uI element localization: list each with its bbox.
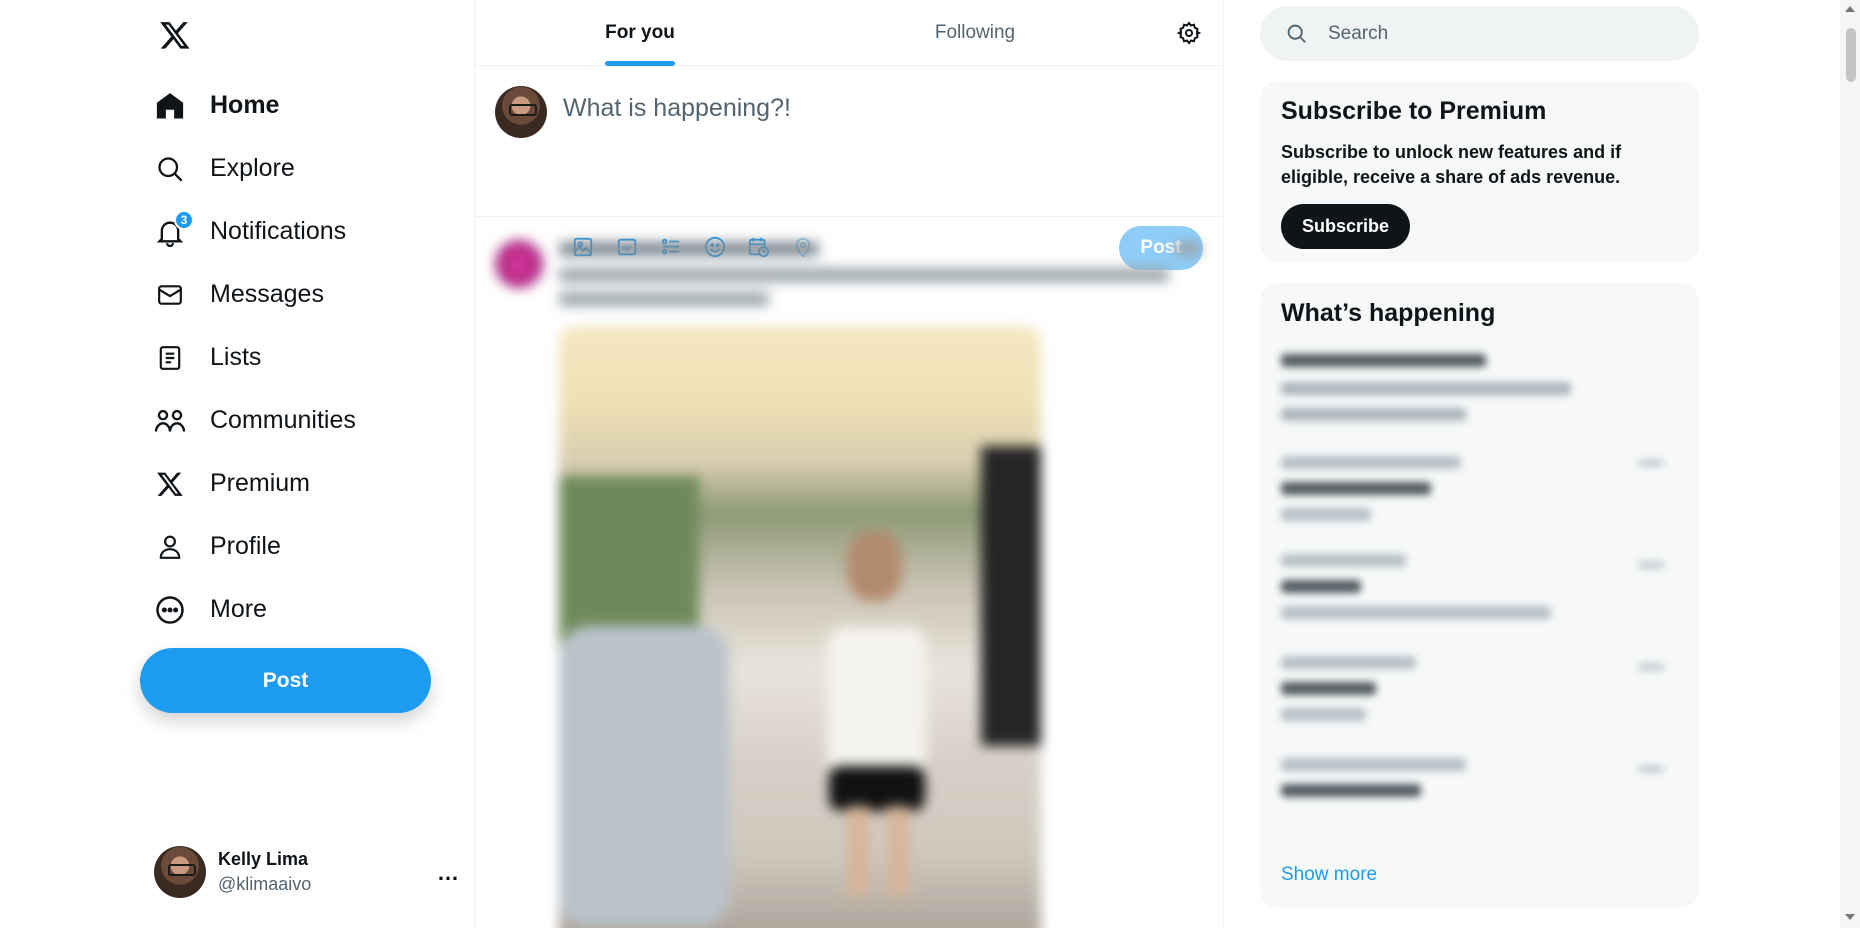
nav-item-lists[interactable]: Lists (140, 326, 460, 389)
nav-label: More (210, 595, 267, 623)
post-button[interactable]: Post (140, 648, 431, 713)
trend-item[interactable] (1281, 554, 1678, 642)
nav-label: Home (210, 91, 280, 119)
nav-label: Notifications (210, 217, 347, 245)
left-sidebar: Home Explore 3 Notifications Messages Li… (140, 0, 474, 928)
nav-label: Premium (210, 469, 311, 497)
search-bar[interactable] (1260, 6, 1699, 61)
scroll-down-arrow-icon[interactable] (1845, 914, 1855, 920)
premium-title: Subscribe to Premium (1281, 97, 1547, 125)
show-more-link[interactable]: Show more (1281, 864, 1377, 886)
compose-input[interactable] (563, 94, 1163, 123)
more-options-icon[interactable]: … (437, 860, 460, 886)
avatar (154, 846, 206, 898)
primary-navigation: Home Explore 3 Notifications Messages Li… (140, 74, 460, 641)
x-logo-icon (154, 468, 186, 500)
search-icon (154, 153, 186, 185)
nav-item-explore[interactable]: Explore (140, 137, 460, 200)
right-sidebar: Subscribe to Premium Subscribe to unlock… (1260, 0, 1700, 928)
tab-for-you[interactable]: For you (475, 0, 805, 66)
trend-item[interactable] (1281, 656, 1678, 744)
trend-item[interactable] (1281, 350, 1678, 446)
nav-label: Messages (210, 280, 324, 308)
blurred-trends (1281, 350, 1678, 808)
premium-card: Subscribe to Premium Subscribe to unlock… (1260, 81, 1699, 262)
subscribe-button[interactable]: Subscribe (1281, 204, 1411, 249)
search-icon (1284, 22, 1308, 46)
trend-item[interactable] (1281, 452, 1678, 540)
blurred-header (559, 242, 819, 256)
blurred-more (1175, 242, 1201, 256)
gear-icon[interactable] (1175, 19, 1203, 47)
nav-item-premium[interactable]: Premium (140, 452, 460, 515)
section-title: What’s happening (1281, 299, 1496, 327)
main-timeline: For you Following GIF (474, 0, 1224, 928)
people-icon (154, 405, 186, 437)
trend-item[interactable] (1281, 758, 1678, 808)
notification-badge: 3 (174, 209, 194, 230)
search-input[interactable] (1328, 22, 1658, 45)
timeline-tabs: For you Following (475, 0, 1223, 66)
nav-item-profile[interactable]: Profile (140, 515, 460, 578)
nav-label: Communities (210, 406, 356, 434)
avatar (495, 240, 543, 288)
nav-label: Profile (210, 532, 281, 560)
nav-item-communities[interactable]: Communities (140, 389, 460, 452)
envelope-icon (154, 279, 186, 311)
nav-item-more[interactable]: More (140, 578, 460, 641)
whats-happening-card: What’s happening Show more (1260, 283, 1699, 908)
x-logo-icon[interactable] (154, 14, 196, 56)
person-icon (154, 531, 186, 563)
avatar (495, 86, 547, 138)
list-icon (154, 342, 186, 374)
post-image (559, 326, 1041, 928)
account-switcher[interactable]: Kelly Lima @klimaaivo … (140, 842, 460, 902)
nav-item-messages[interactable]: Messages (140, 263, 460, 326)
nav-label: Lists (210, 343, 262, 371)
nav-item-home[interactable]: Home (140, 74, 460, 137)
nav-label: Explore (210, 154, 295, 182)
blurred-post[interactable] (475, 218, 1223, 928)
home-icon (154, 90, 186, 122)
bell-icon: 3 (154, 209, 194, 248)
blurred-text-line (559, 268, 1169, 282)
nav-item-notifications[interactable]: 3 Notifications (140, 200, 460, 263)
tab-label: For you (605, 22, 675, 43)
post-composer: GIF Post (475, 66, 1223, 270)
more-circle-icon (154, 594, 186, 626)
tab-label: Following (934, 22, 1016, 43)
scroll-up-arrow-icon[interactable] (1845, 6, 1855, 12)
scroll-thumb[interactable] (1846, 28, 1856, 82)
account-name: Kelly Lima (218, 849, 309, 869)
blurred-text-line (559, 292, 769, 306)
account-info: Kelly Lima @klimaaivo (218, 849, 311, 895)
page-scrollbar[interactable] (1840, 0, 1860, 928)
tab-following[interactable]: Following (805, 0, 1145, 66)
premium-description: Subscribe to unlock new features and if … (1281, 142, 1622, 187)
account-handle: @klimaaivo (218, 874, 312, 894)
